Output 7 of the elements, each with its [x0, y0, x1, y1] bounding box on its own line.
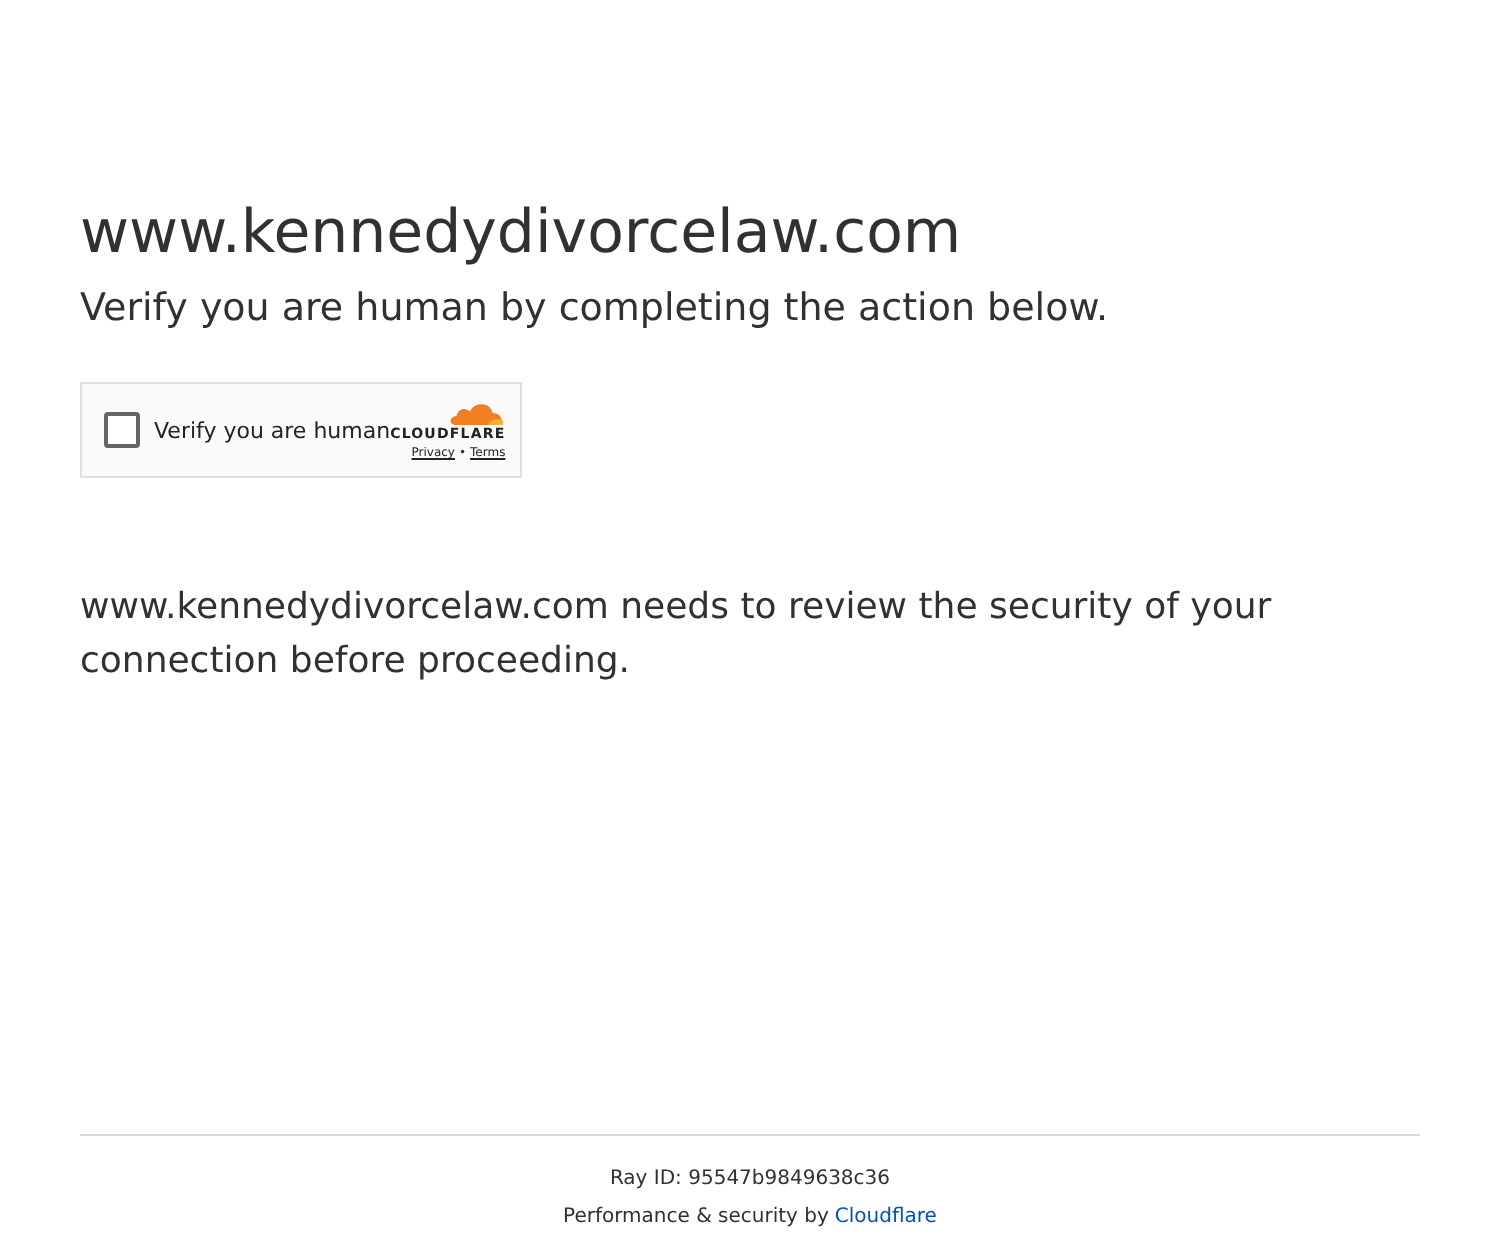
performance-text: Performance & security by [563, 1204, 829, 1232]
cloudflare-link[interactable]: Cloudflare [834, 1198, 937, 1236]
checkbox-label: Verify you are human [154, 417, 391, 443]
subtitle: Verify you are human by completing the action below. [80, 284, 1109, 334]
ray-id: Ray ID: 95547b9849638c36 [609, 1166, 891, 1194]
security-message: www.kennedydivorcelaw.com needs to review the security of your connection before proceeding. [80, 584, 1274, 686]
site-title: www.kennedydivorcelaw.com [80, 196, 962, 272]
